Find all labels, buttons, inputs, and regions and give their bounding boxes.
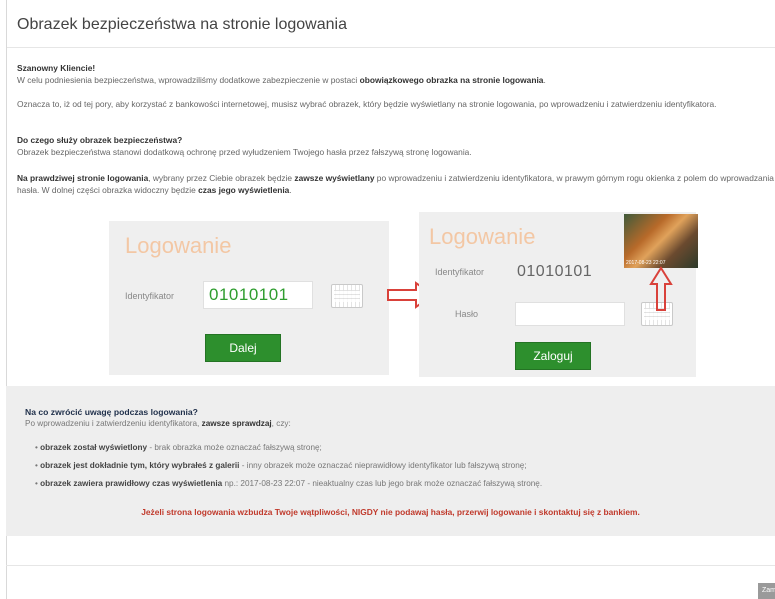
always-shown-bold: zawsze wyświetlany <box>294 173 375 183</box>
login-step2-id-label: Identyfikator <box>435 267 485 277</box>
login-step1-next-button: Dalej <box>205 334 281 362</box>
tips-sub-suffix: , czy: <box>271 419 291 428</box>
intro-bold: obowiązkowego obrazka na stronie logowan… <box>359 75 544 85</box>
tip3-bold: obrazek zawiera prawidłowy czas wyświetl… <box>40 479 223 488</box>
login-step2-id-value: 01010101 <box>517 263 593 280</box>
close-button[interactable]: Zamknij <box>758 583 775 599</box>
real-login-paragraph: Na prawdziwej stronie logowania, wybrany… <box>17 172 775 196</box>
login-step2-password-box <box>515 302 625 326</box>
warning-message: Jeżeli strona logowania wzbudza Twoje wą… <box>141 507 640 517</box>
tip-image-time: • obrazek zawiera prawidłowy czas wyświe… <box>35 479 543 488</box>
tips-heading: Na co zwrócić uwagę podczas logowania? <box>25 407 198 417</box>
tip-image-matches: • obrazek jest dokładnie tym, który wybr… <box>35 461 527 470</box>
tip2-bold: obrazek jest dokładnie tym, który wybrał… <box>40 461 240 470</box>
intro-suffix: . <box>543 75 546 85</box>
login-step1-title: Logowanie <box>125 233 232 258</box>
tips-sub-prefix: Po wprowadzeniu i zatwierdzeniu identyfi… <box>25 419 202 428</box>
modal-footer-divider <box>6 565 775 566</box>
modal-title: Obrazek bezpieczeństwa na stronie logowa… <box>17 16 347 33</box>
login-step1-id-value: 01010101 <box>209 285 289 304</box>
login-step2-password-label: Hasło <box>455 309 479 319</box>
login-step2-login-button: Zaloguj <box>515 342 591 370</box>
tip2-text: - inny obrazek może oznaczać nieprawidło… <box>239 461 527 470</box>
real-login-text1: , wybrany przez Ciebie obrazek będzie <box>148 173 295 183</box>
tip1-bold: obrazek został wyświetlony <box>40 443 148 452</box>
intro-text: W celu podniesienia bezpieczeństwa, wpro… <box>17 75 360 85</box>
login-tips-box: Na co zwrócić uwagę podczas logowania? P… <box>6 386 775 536</box>
explanation-paragraph: Oznacza to, iż od tej pory, aby korzysta… <box>17 99 717 109</box>
intro-paragraph: Szanowny Kliencie! W celu podniesienia b… <box>17 62 775 86</box>
tip3-text: np.: 2017-08-23 22:07 - nieaktualny czas… <box>222 479 543 488</box>
tip-image-displayed: • obrazek został wyświetlony - brak obra… <box>35 443 322 452</box>
purpose-paragraph: Do czego służy obrazek bezpieczeństwa? O… <box>17 134 775 158</box>
modal-header: Obrazek bezpieczeństwa na stronie logowa… <box>7 0 775 48</box>
tips-sub-bold: zawsze sprawdzaj <box>201 419 272 428</box>
login-step2-title: Logowanie <box>429 224 536 249</box>
tip1-text: - brak obrazka może oznaczać fałszywą st… <box>147 443 322 452</box>
tips-subtitle: Po wprowadzeniu i zatwierdzeniu identyfi… <box>25 419 291 428</box>
up-arrow-icon <box>649 266 673 311</box>
login-step1-illustration: Logowanie Identyfikator 01010101 Dalej <box>109 221 389 375</box>
login-step1-id-label: Identyfikator <box>125 291 175 301</box>
keyboard-icon <box>331 284 363 308</box>
real-login-bold: Na prawdziwej stronie logowania <box>17 173 149 183</box>
security-image-thumbnail: 2017-08-23 22:07 <box>624 214 698 268</box>
display-time-bold: czas jego wyświetlenia <box>198 185 290 195</box>
greeting: Szanowny Kliencie! <box>17 63 96 73</box>
purpose-question: Do czego służy obrazek bezpieczeństwa? <box>17 135 183 145</box>
real-login-text3: . <box>289 185 292 195</box>
purpose-answer: Obrazek bezpieczeństwa stanowi dodatkową… <box>17 147 472 157</box>
